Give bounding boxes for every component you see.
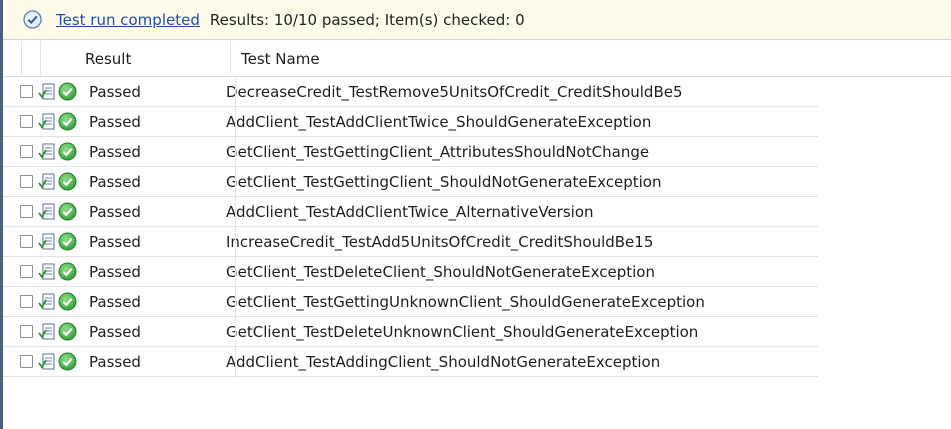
passed-check-icon	[58, 112, 77, 131]
header-icon-column[interactable]	[22, 41, 41, 76]
row-checkbox[interactable]	[20, 205, 33, 218]
row-test-name: GetClient_TestGettingClient_AttributesSh…	[226, 142, 650, 161]
row-test-name: DecreaseCredit_TestRemove5UnitsOfCredit_…	[226, 82, 683, 101]
passed-check-icon	[58, 82, 77, 101]
test-document-icon	[38, 322, 56, 342]
test-run-completed-link[interactable]: Test run completed	[56, 11, 200, 29]
table-row[interactable]: Passed AddClient_TestAddClientTwice_Alte…	[3, 197, 818, 227]
table-row[interactable]: Passed GetClient_TestGettingClient_Attri…	[3, 137, 818, 167]
row-result: Passed	[89, 172, 141, 191]
row-result: Passed	[89, 112, 141, 131]
row-result: Passed	[89, 352, 141, 371]
row-result: Passed	[89, 82, 141, 101]
grid-header: Result Test Name	[3, 41, 951, 77]
passed-check-icon	[58, 142, 77, 161]
row-checkbox[interactable]	[20, 355, 33, 368]
table-row[interactable]: Passed GetClient_TestGettingClient_Shoul…	[3, 167, 818, 197]
row-checkbox[interactable]	[20, 325, 33, 338]
test-run-status-bar: Test run completed Results: 10/10 passed…	[3, 0, 951, 40]
test-document-icon	[38, 202, 56, 222]
column-header-test-name[interactable]: Test Name	[231, 41, 951, 76]
row-test-name: AddClient_TestAddClientTwice_Alternative…	[226, 202, 594, 221]
check-circle-icon	[23, 10, 42, 29]
row-checkbox[interactable]	[20, 175, 33, 188]
row-result: Passed	[89, 262, 141, 281]
row-checkbox[interactable]	[20, 115, 33, 128]
row-test-name: GetClient_TestGettingUnknownClient_Shoul…	[226, 292, 705, 311]
test-document-icon	[38, 262, 56, 282]
results-summary: Results: 10/10 passed; Item(s) checked: …	[209, 10, 525, 29]
passed-check-icon	[58, 202, 77, 221]
header-checkbox-column[interactable]	[3, 41, 22, 76]
test-document-icon	[38, 232, 56, 252]
passed-check-icon	[58, 172, 77, 191]
row-result: Passed	[89, 322, 141, 341]
table-row[interactable]: Passed AddClient_TestAddClientTwice_Shou…	[3, 107, 818, 137]
row-checkbox[interactable]	[20, 85, 33, 98]
row-checkbox[interactable]	[20, 145, 33, 158]
row-result: Passed	[89, 232, 141, 251]
table-row[interactable]: Passed GetClient_TestGettingUnknownClien…	[3, 287, 818, 317]
row-test-name: GetClient_TestDeleteClient_ShouldNotGene…	[226, 262, 655, 281]
row-result: Passed	[89, 292, 141, 311]
passed-check-icon	[58, 232, 77, 251]
row-checkbox[interactable]	[20, 265, 33, 278]
table-row[interactable]: Passed DecreaseCredit_TestRemove5UnitsOf…	[3, 77, 818, 107]
test-document-icon	[38, 172, 56, 192]
column-header-result-label: Result	[85, 49, 132, 68]
test-results-grid: Result Test Name Passed DecreaseCredit_T…	[3, 41, 951, 378]
column-header-result[interactable]: Result	[41, 41, 231, 76]
row-test-name: GetClient_TestGettingClient_ShouldNotGen…	[226, 172, 662, 191]
table-row[interactable]: Passed IncreaseCredit_TestAdd5UnitsOfCre…	[3, 227, 818, 257]
row-test-name: AddClient_TestAddClientTwice_ShouldGener…	[226, 112, 652, 131]
passed-check-icon	[58, 292, 77, 311]
column-header-test-name-label: Test Name	[241, 49, 320, 68]
row-test-name: IncreaseCredit_TestAdd5UnitsOfCredit_Cre…	[226, 232, 654, 251]
test-document-icon	[38, 292, 56, 312]
test-document-icon	[38, 142, 56, 162]
passed-check-icon	[58, 322, 77, 341]
table-row[interactable]: Passed GetClient_TestDeleteUnknownClient…	[3, 317, 818, 347]
column-divider	[235, 77, 236, 378]
row-test-name: AddClient_TestAddingClient_ShouldNotGene…	[226, 352, 661, 371]
row-test-name: GetClient_TestDeleteUnknownClient_Should…	[226, 322, 699, 341]
test-document-icon	[38, 352, 56, 372]
row-result: Passed	[89, 142, 141, 161]
test-document-icon	[38, 82, 56, 102]
row-checkbox[interactable]	[20, 235, 33, 248]
table-row[interactable]: Passed GetClient_TestDeleteClient_Should…	[3, 257, 818, 287]
table-row[interactable]: Passed AddClient_TestAddingClient_Should…	[3, 347, 818, 377]
row-result: Passed	[89, 202, 141, 221]
row-checkbox[interactable]	[20, 295, 33, 308]
passed-check-icon	[58, 352, 77, 371]
passed-check-icon	[58, 262, 77, 281]
grid-rows: Passed DecreaseCredit_TestRemove5UnitsOf…	[3, 77, 951, 377]
test-document-icon	[38, 112, 56, 132]
